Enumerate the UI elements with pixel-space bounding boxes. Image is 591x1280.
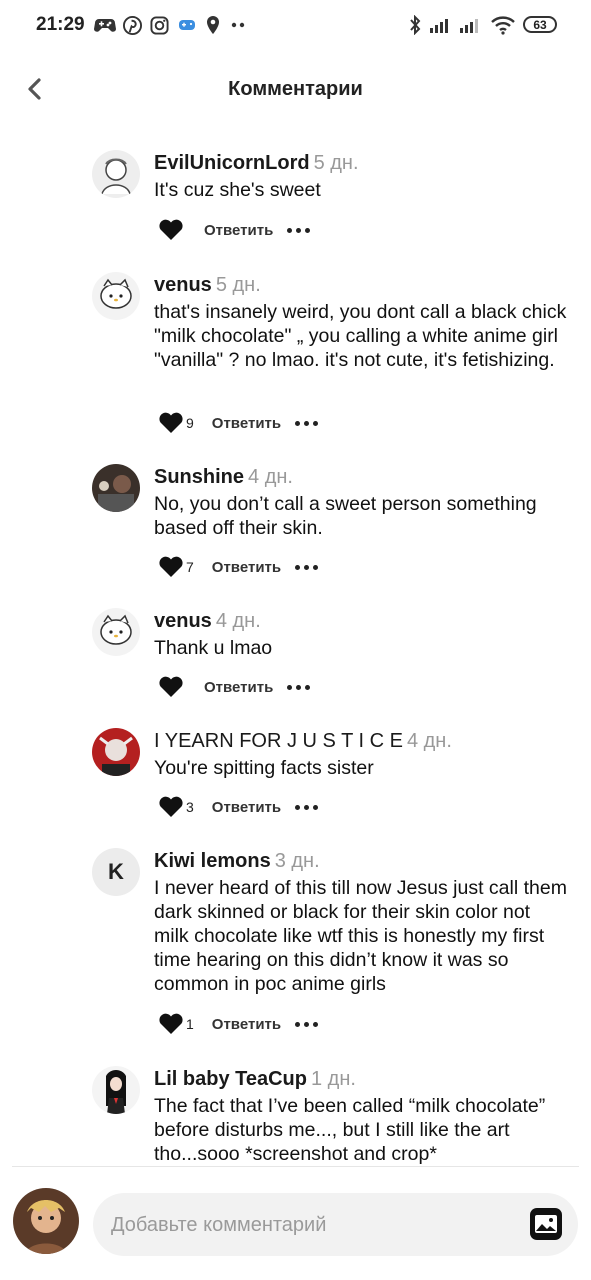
comment-actions: 3 Ответить [158,795,319,819]
reply-button[interactable]: Ответить [204,679,273,696]
comment-author[interactable]: Sunshine [154,466,244,488]
avatar-letter: K [108,859,124,884]
comment-text: It's cuz she's sweet [154,179,321,201]
heart-icon [159,796,183,817]
wifi-icon [490,14,516,36]
more-options-icon[interactable] [295,420,319,426]
like-button[interactable] [158,676,186,698]
comment-author[interactable]: EvilUnicornLord [154,152,310,174]
reply-button[interactable]: Ответить [212,415,281,432]
like-count: 9 [186,415,194,431]
my-avatar[interactable] [13,1188,79,1254]
image-attach-button[interactable] [529,1207,563,1241]
like-button[interactable]: 1 [158,1013,194,1035]
comment-time: 4 дн. [215,610,261,632]
avatar[interactable] [92,464,140,512]
comment-input[interactable] [109,1193,513,1258]
like-button[interactable] [158,219,186,241]
more-options-icon[interactable] [287,227,311,233]
more-options-icon[interactable] [295,564,319,570]
page-title: Комментарии [228,78,363,100]
comment-actions: Ответить [158,675,311,699]
heart-icon [159,219,183,240]
status-bar: 21:29 63 [0,0,591,52]
heart-icon [159,676,183,697]
more-options-icon[interactable] [287,684,311,690]
gamepad-icon [94,14,116,36]
comment-text: The fact that I’ve been called “milk cho… [154,1095,546,1165]
like-count: 7 [186,559,194,575]
heart-icon [159,1013,183,1034]
avatar[interactable] [92,728,140,776]
comment-actions: 1 Ответить [158,1012,319,1036]
signal-icon [459,14,483,36]
heart-icon [159,556,183,577]
status-time: 21:29 [36,14,85,35]
more-dots-icon [231,14,245,36]
comment-author[interactable]: venus [154,610,212,632]
comment-author[interactable]: Kiwi lemons [154,850,271,872]
avatar[interactable]: K [92,848,140,896]
image-icon [530,1208,562,1240]
comment-time: 1 дн. [310,1068,356,1090]
avatar[interactable] [92,1066,140,1114]
comment-text: I never heard of this till now Jesus jus… [154,877,567,995]
avatar[interactable] [92,150,140,198]
comment-composer [93,1193,578,1258]
comment-text: Thank u lmao [154,637,273,659]
battery-indicator: 63 [523,16,557,33]
avatar[interactable] [92,608,140,656]
comment-actions: 9 Ответить [158,411,319,435]
comments-list[interactable]: EvilUnicornLord 5 дн. It's cuz she's swee… [0,126,591,1166]
divider [12,1166,579,1167]
comment-time: 5 дн. [313,152,359,174]
comment-text: that's insanely weird, you dont call a b… [154,301,567,371]
like-count: 3 [186,799,194,815]
like-button[interactable]: 3 [158,796,194,818]
comment-author[interactable]: I YEARN FOR J U S T I C E [154,730,403,752]
instagram-icon [150,14,169,36]
reply-button[interactable]: Ответить [204,222,273,239]
more-options-icon[interactable] [295,804,319,810]
avatar[interactable] [92,272,140,320]
like-button[interactable]: 9 [158,412,194,434]
comment-time: 3 дн. [274,850,320,872]
comment-actions: Ответить [158,218,311,242]
reply-button[interactable]: Ответить [212,799,281,816]
comment-time: 5 дн. [215,274,261,296]
header: Комментарии [0,52,591,126]
comment-text: No, you don’t call a sweet person someth… [154,493,537,539]
game-controller-icon [178,14,196,36]
like-button[interactable]: 7 [158,556,194,578]
like-count: 1 [186,1016,194,1032]
signal-icon [429,14,453,36]
comment-text: You're spitting facts sister [154,757,374,779]
bluetooth-icon [408,14,422,36]
heart-icon [159,412,183,433]
location-icon [205,14,221,36]
comment-author[interactable]: venus [154,274,212,296]
reply-button[interactable]: Ответить [212,1016,281,1033]
comment-actions: 7 Ответить [158,555,319,579]
more-options-icon[interactable] [295,1021,319,1027]
pinterest-icon [123,14,142,36]
comment-time: 4 дн. [406,730,452,752]
reply-button[interactable]: Ответить [212,559,281,576]
comment-author[interactable]: Lil baby TeaCup [154,1068,307,1090]
comment-time: 4 дн. [248,466,293,488]
